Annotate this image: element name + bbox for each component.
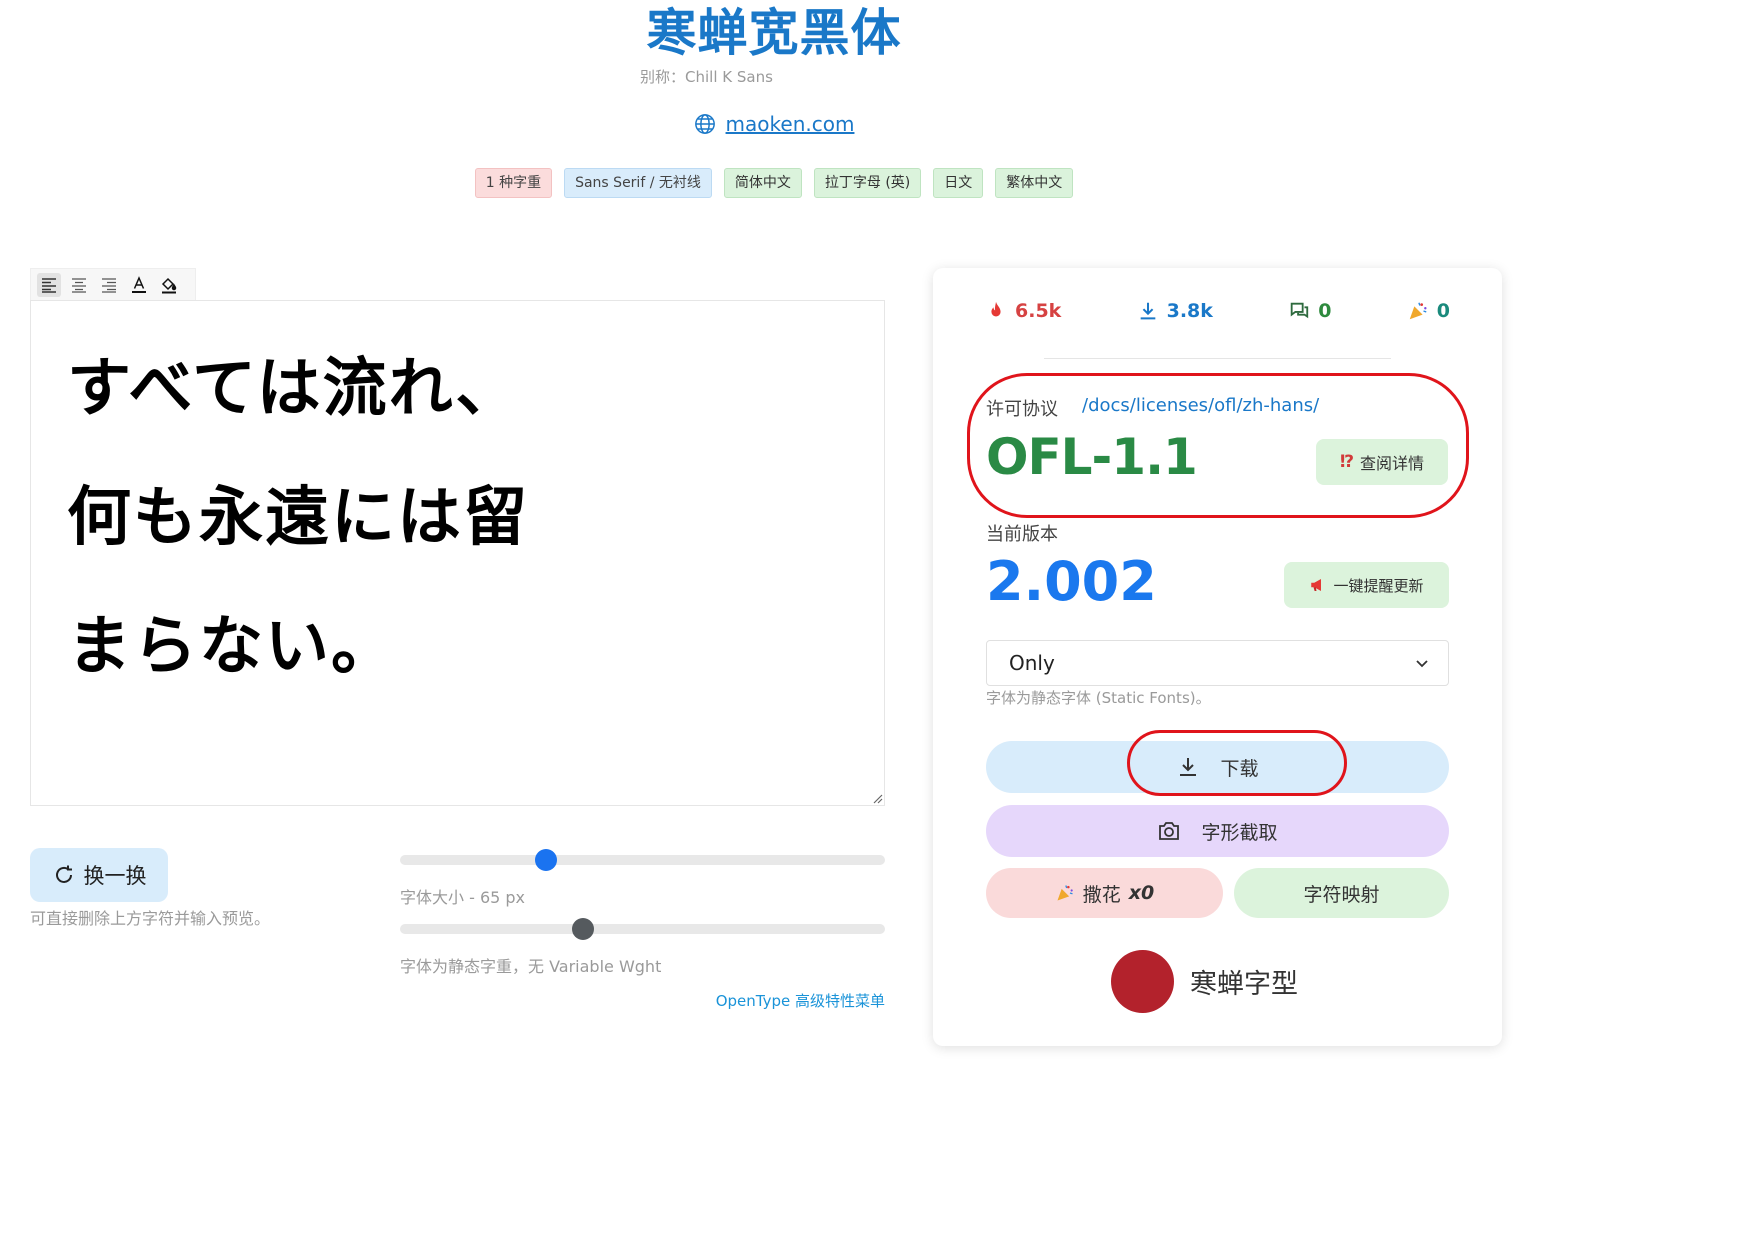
resize-handle-icon[interactable] xyxy=(871,792,883,804)
version-number: 2.002 xyxy=(986,550,1157,613)
tag-latin[interactable]: 拉丁字母 (英) xyxy=(813,168,922,198)
notify-update-button[interactable]: 一键提醒更新 xyxy=(1284,562,1449,608)
website-link[interactable]: maoken.com xyxy=(726,112,855,136)
fill-color-icon[interactable] xyxy=(157,273,181,297)
align-left-icon[interactable] xyxy=(37,272,61,297)
charmap-label: 字符映射 xyxy=(1303,883,1380,906)
party-popper-icon xyxy=(1409,302,1427,320)
tag-simplified-chinese[interactable]: 简体中文 xyxy=(723,168,802,198)
tag-weight-count[interactable]: 1 种字重 xyxy=(474,168,553,198)
align-right-icon[interactable] xyxy=(97,273,121,297)
views-count: 6.5k xyxy=(1015,300,1062,322)
downloads-count: 3.8k xyxy=(1166,300,1213,322)
confetti-label: 撒花 xyxy=(1082,883,1121,906)
preview-textarea[interactable]: すべては流れ、 何も永遠には留 まらない。 xyxy=(30,300,885,806)
stats-divider xyxy=(1044,358,1391,359)
download-icon xyxy=(1140,302,1155,320)
tag-list: 1 种字重 Sans Serif / 无衬线 简体中文 拉丁字母 (英) 日文 … xyxy=(0,168,1548,198)
comments-stat[interactable]: 0 xyxy=(1288,300,1331,322)
views-stat: 6.5k xyxy=(985,300,1061,322)
fire-icon xyxy=(991,301,1001,317)
party-popper-icon xyxy=(1057,885,1073,901)
chevron-down-icon xyxy=(1416,660,1428,668)
camera-icon xyxy=(1159,822,1180,840)
preview-line: まらない。 xyxy=(67,610,397,684)
license-highlight-ring xyxy=(967,373,1469,518)
tag-sans-serif[interactable]: Sans Serif / 无衬线 xyxy=(564,168,712,198)
confetti-count-label: x0 xyxy=(1128,882,1155,904)
megaphone-icon xyxy=(1311,579,1322,591)
font-weight-label: 字体为静态字重，无 Variable Wght xyxy=(400,957,662,976)
font-weight-slider-thumb[interactable] xyxy=(571,918,594,940)
foundry-name: 寒蝉字型 xyxy=(1190,969,1298,1000)
confetti-count: 0 xyxy=(1436,300,1450,322)
font-info-card: 6.5k 3.8k 0 0 许可协议 /docs/licenses/ofl/zh… xyxy=(933,268,1502,1046)
confetti-stat[interactable]: 0 xyxy=(1407,300,1450,322)
comment-icon xyxy=(1290,302,1309,319)
font-style-selected: Only xyxy=(1009,651,1055,675)
shuffle-text-button[interactable]: 换一换 xyxy=(30,848,168,902)
font-size-label: 字体大小 - 65 px xyxy=(400,888,526,907)
confetti-button[interactable]: 撒花 x0 xyxy=(986,868,1223,918)
comments-count: 0 xyxy=(1318,300,1332,322)
download-highlight-ring xyxy=(1127,730,1347,796)
foundry-link[interactable]: 寒蝉字型 xyxy=(1111,950,1298,1013)
editor-hint: 可直接删除上方字符并输入预览。 xyxy=(30,909,271,928)
globe-icon xyxy=(694,114,715,134)
glyph-capture-button[interactable]: 字形截取 xyxy=(986,805,1449,857)
preview-line: すべては流れ、 xyxy=(67,352,522,426)
foundry-logo xyxy=(1111,950,1174,1013)
notify-update-label: 一键提醒更新 xyxy=(1333,576,1424,595)
preview-line: 何も永遠には留 xyxy=(67,481,529,555)
site-link-row: maoken.com xyxy=(0,112,1548,136)
editor-toolbar xyxy=(30,268,196,300)
stats-row: 6.5k 3.8k 0 0 xyxy=(985,300,1450,322)
charmap-button[interactable]: 字符映射 xyxy=(1234,868,1449,918)
font-style-select[interactable]: Only xyxy=(986,640,1449,686)
shuffle-label: 换一换 xyxy=(83,864,147,888)
refresh-icon xyxy=(55,865,72,883)
font-size-slider[interactable] xyxy=(400,849,885,871)
font-title: 寒蝉宽黑体 xyxy=(646,4,902,62)
downloads-stat: 3.8k xyxy=(1137,300,1213,322)
font-weight-slider[interactable] xyxy=(400,918,885,940)
tag-japanese[interactable]: 日文 xyxy=(933,168,984,198)
tag-traditional-chinese[interactable]: 繁体中文 xyxy=(995,168,1074,198)
glyph-capture-label: 字形截取 xyxy=(1201,821,1278,844)
opentype-features-link[interactable]: OpenType 高级特性菜单 xyxy=(0,990,885,1011)
static-fonts-note: 字体为静态字体 (Static Fonts)。 xyxy=(986,689,1211,707)
version-label: 当前版本 xyxy=(986,524,1058,545)
font-size-slider-thumb[interactable] xyxy=(534,849,557,871)
font-alias: 别称：Chill K Sans xyxy=(640,68,773,86)
align-center-icon[interactable] xyxy=(67,273,91,297)
text-color-icon[interactable] xyxy=(127,273,151,297)
